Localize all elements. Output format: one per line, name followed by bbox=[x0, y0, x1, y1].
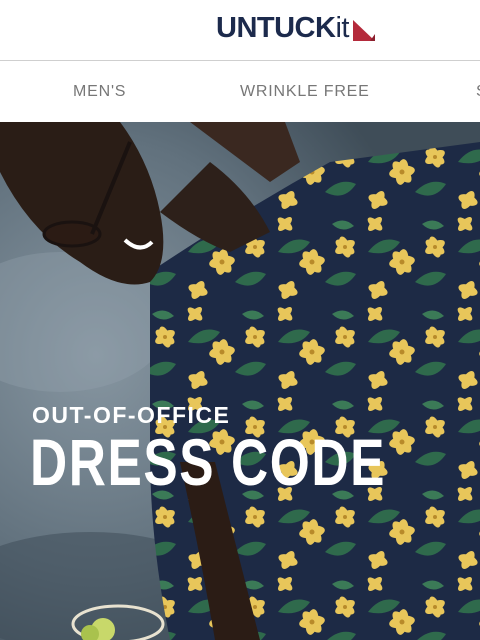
site-header: UNTUCKit bbox=[0, 0, 480, 61]
untuckit-logo[interactable]: UNTUCKit bbox=[216, 12, 377, 44]
logo-lower: it bbox=[335, 12, 349, 44]
logo-upper: UNTUCK bbox=[216, 12, 336, 44]
category-nav: MEN'S WRINKLE FREE S bbox=[0, 61, 480, 122]
nav-item-wrinkle-free[interactable]: WRINKLE FREE bbox=[240, 83, 370, 101]
nav-item-next[interactable]: S bbox=[476, 83, 480, 101]
flag-icon bbox=[352, 19, 375, 41]
hero-banner[interactable]: OUT-OF-OFFICE DRESS CODE bbox=[0, 122, 480, 640]
hero-headline: DRESS CODE bbox=[30, 425, 387, 499]
nav-item-mens[interactable]: MEN'S bbox=[73, 83, 126, 101]
logo-wordmark: UNTUCKit bbox=[216, 12, 349, 44]
hero-photo bbox=[0, 122, 480, 640]
